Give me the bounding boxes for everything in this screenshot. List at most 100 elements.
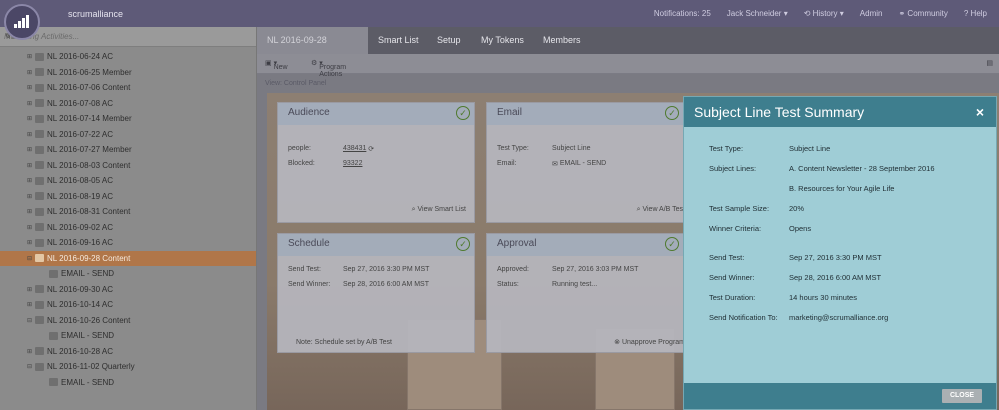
check-icon: ✓ xyxy=(665,237,679,251)
notifications-link[interactable]: Notifications: 25 xyxy=(646,9,719,18)
community-link[interactable]: ⚭ Community xyxy=(890,9,955,18)
view-smart-list-link[interactable]: ⌕ View Smart List xyxy=(412,206,466,214)
program-icon xyxy=(35,300,44,309)
help-link[interactable]: ? Help xyxy=(956,9,995,18)
program-icon xyxy=(35,285,44,294)
tree-item[interactable]: ⊞ NL 2016-09-02 AC xyxy=(0,220,256,236)
collapse-icon[interactable]: ⊟ xyxy=(27,255,33,262)
tree-item-child[interactable]: EMAIL - SEND xyxy=(0,266,256,282)
tree-item[interactable]: ⊞ NL 2016-07-27 Member xyxy=(0,142,256,158)
test-type-row: Test Type: Subject Line xyxy=(497,141,673,156)
expand-icon[interactable]: ⊞ xyxy=(27,224,33,231)
tree-item-label: NL 2016-09-30 AC xyxy=(47,284,113,294)
expand-icon[interactable]: ⊞ xyxy=(27,115,33,122)
tree-item-label: NL 2016-08-05 AC xyxy=(47,176,113,186)
tree-item-label: NL 2016-07-08 AC xyxy=(47,98,113,108)
tree-item[interactable]: ⊞ NL 2016-08-03 Content xyxy=(0,158,256,174)
tree-item-selected[interactable]: ⊟ NL 2016-09-28 Content xyxy=(0,250,256,266)
refresh-icon[interactable]: ⟳ xyxy=(366,145,374,153)
tree-item-child[interactable]: EMAIL - SEND xyxy=(0,375,256,391)
tree-item-label: NL 2016-06-24 AC xyxy=(47,52,113,62)
tree-item[interactable]: ⊞ NL 2016-07-14 Member xyxy=(0,111,256,127)
unapprove-program-link[interactable]: ⊗ Unapprove Program xyxy=(614,338,685,346)
tab-setup[interactable]: Setup xyxy=(427,27,471,54)
summary-value: Subject Line xyxy=(789,144,831,153)
top-nav: Notifications: 25 Jack Schneider ▾ ⟲ His… xyxy=(646,0,995,27)
email-asset-icon: ✉ xyxy=(552,160,560,168)
dialog-title: Subject Line Test Summary xyxy=(694,104,865,120)
tree-item[interactable]: ⊞ NL 2016-10-14 AC xyxy=(0,297,256,313)
tree-item[interactable]: ⊞ NL 2016-07-08 AC xyxy=(0,96,256,112)
close-button[interactable]: CLOSE xyxy=(942,389,982,403)
history-menu[interactable]: ⟲ History ▾ xyxy=(796,9,852,18)
collapse-icon[interactable]: ⊟ xyxy=(27,363,33,370)
tree-item-label: NL 2016-07-06 Content xyxy=(47,83,131,93)
tab-program[interactable]: NL 2016-09-28 Content xyxy=(257,27,368,72)
program-actions-menu[interactable]: ⚙ Program Actions ▾ xyxy=(311,59,346,78)
expand-icon[interactable]: ⊞ xyxy=(27,69,33,76)
expand-icon[interactable]: ⊞ xyxy=(27,177,33,184)
breadcrumb[interactable]: View: Control Panel xyxy=(265,80,326,87)
summary-row: B. Resources for Your Agile Life xyxy=(709,184,894,193)
program-tree: ⊞ NL 2016-06-24 AC ⊞ NL 2016-06-25 Member … xyxy=(0,47,256,390)
toolbar: ▣ New ▾ ⚙ Program Actions ▾ ▤ xyxy=(257,54,999,78)
tree-item[interactable]: ⊞ NL 2016-07-06 Content xyxy=(0,80,256,96)
audience-title: Audience xyxy=(288,107,330,118)
expand-icon[interactable]: ⊞ xyxy=(27,84,33,91)
email-asset-link[interactable]: EMAIL - SEND xyxy=(560,160,606,167)
people-count[interactable]: 438431 xyxy=(343,145,366,152)
tree-item[interactable]: ⊟ NL 2016-11-02 Quarterly xyxy=(0,359,256,375)
summary-value: 20% xyxy=(789,204,805,213)
expand-icon[interactable]: ⊞ xyxy=(27,301,33,308)
program-icon xyxy=(35,362,44,371)
expand-icon[interactable]: ⊞ xyxy=(27,193,33,200)
logo[interactable] xyxy=(4,4,40,40)
expand-icon[interactable]: ⊞ xyxy=(27,239,33,246)
tree-item-label: EMAIL - SEND xyxy=(61,331,115,341)
tree-tools-icon[interactable]: ✎▾ xyxy=(4,32,250,41)
blocked-count[interactable]: 93322 xyxy=(343,160,362,167)
tree-item[interactable]: ⊞ NL 2016-08-05 AC xyxy=(0,173,256,189)
admin-link[interactable]: Admin xyxy=(852,9,891,18)
tab-members[interactable]: Members xyxy=(533,27,591,54)
tree-item[interactable]: ⊟ NL 2016-10-26 Content xyxy=(0,313,256,329)
collapse-icon[interactable]: ⊟ xyxy=(27,317,33,324)
tree-item[interactable]: ⊞ NL 2016-09-16 AC xyxy=(0,235,256,251)
approval-title: Approval xyxy=(497,238,537,249)
user-menu[interactable]: Jack Schneider ▾ xyxy=(719,9,796,18)
summary-key: Test Sample Size: xyxy=(709,204,770,213)
summary-key: Send Notification To: xyxy=(709,313,778,322)
view-ab-test-link[interactable]: ⌕ View A/B Test xyxy=(637,206,685,214)
new-menu[interactable]: ▣ New ▾ xyxy=(265,59,288,71)
expand-icon[interactable]: ⊞ xyxy=(27,208,33,215)
tree-item-label: NL 2016-07-27 Member xyxy=(47,145,132,155)
summary-value: Sep 27, 2016 3:30 PM MST xyxy=(789,253,882,262)
expand-icon[interactable]: ⊞ xyxy=(27,286,33,293)
program-icon xyxy=(35,99,44,108)
send-test-row: Send Test: Sep 27, 2016 3:30 PM MST xyxy=(288,262,464,277)
view-smart-list-label: View Smart List xyxy=(417,206,467,213)
tree-item[interactable]: ⊞ NL 2016-08-31 Content xyxy=(0,204,256,220)
tree-item[interactable]: ⊞ NL 2016-07-22 AC xyxy=(0,127,256,143)
expand-icon[interactable]: ⊞ xyxy=(27,162,33,169)
tree-item[interactable]: ⊞ NL 2016-06-25 Member xyxy=(0,65,256,81)
tab-smart-list[interactable]: Smart List xyxy=(368,27,429,54)
tree-item[interactable]: ⊞ NL 2016-10-28 AC xyxy=(0,344,256,360)
expand-icon[interactable]: ⊞ xyxy=(27,53,33,60)
expand-icon[interactable]: ⊞ xyxy=(27,100,33,107)
tab-my-tokens[interactable]: My Tokens xyxy=(471,27,534,54)
tree-item[interactable]: ⊞ NL 2016-06-24 AC xyxy=(0,49,256,65)
expand-icon[interactable]: ⊞ xyxy=(27,348,33,355)
tree-item-child[interactable]: EMAIL - SEND xyxy=(0,328,256,344)
email-icon xyxy=(49,269,58,278)
tree-item[interactable]: ⊞ NL 2016-08-19 AC xyxy=(0,189,256,205)
expand-icon[interactable]: ⊞ xyxy=(27,146,33,153)
sidebar-search[interactable]: Marketing Activities... ✎▾ xyxy=(0,27,256,47)
tree-item[interactable]: ⊞ NL 2016-09-30 AC xyxy=(0,282,256,298)
save-icon[interactable]: ▤ xyxy=(986,59,993,67)
tree-item-label: NL 2016-11-02 Quarterly xyxy=(47,362,135,372)
expand-icon[interactable]: ⊞ xyxy=(27,131,33,138)
close-icon[interactable]: × xyxy=(976,104,984,120)
check-icon: ✓ xyxy=(665,106,679,120)
view-ab-test-label: View A/B Test xyxy=(642,206,685,213)
